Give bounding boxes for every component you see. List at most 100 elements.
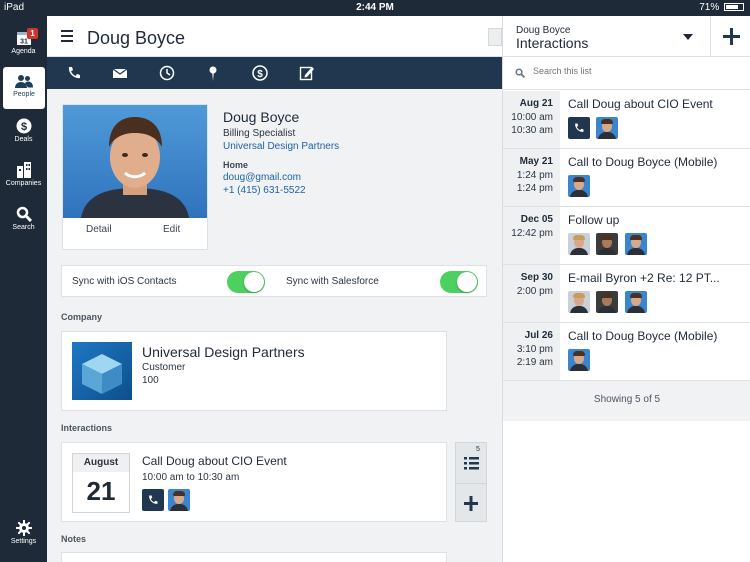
nav-agenda[interactable]: 31 1 Agenda (0, 24, 47, 66)
contact-role: Billing Specialist (223, 128, 296, 139)
notes-card[interactable] (61, 552, 447, 562)
row-date: Jul 26 3:10 pm 2:19 am (503, 323, 560, 380)
add-button[interactable] (710, 16, 750, 57)
gear-icon (0, 520, 47, 538)
row-date: Aug 21 10:00 am 10:30 am (503, 91, 560, 148)
phone-icon (142, 489, 164, 511)
nav-people[interactable]: People (3, 67, 45, 109)
add-interaction-button[interactable] (456, 483, 486, 522)
interaction-icons (142, 489, 191, 516)
list-icon (464, 457, 479, 470)
home-label: Home (223, 160, 249, 170)
sync-card: Sync with iOS Contacts Sync with Salesfo… (61, 265, 487, 297)
search-icon (0, 206, 47, 224)
search-icon (515, 68, 525, 78)
row-icons (568, 117, 745, 139)
nav-label: Search (12, 224, 35, 231)
company-number: 100 (142, 375, 159, 386)
list-item[interactable]: Jul 26 3:10 pm 2:19 am Call to Doug Boyc… (503, 323, 750, 381)
avatar (568, 291, 590, 313)
list-item[interactable]: Sep 30 2:00 pm E-mail Byron +2 Re: 12 PT… (503, 265, 750, 323)
company-type: Customer (142, 362, 186, 373)
row-time: 1:24 pm (516, 183, 553, 194)
row-icons (568, 291, 745, 313)
deal-button[interactable]: $ (252, 65, 268, 81)
sync-ios-label: Sync with iOS Contacts (72, 276, 177, 287)
interaction-date: August 21 (72, 453, 130, 513)
detail-button[interactable]: Detail (86, 224, 112, 235)
note-button[interactable] (299, 65, 315, 81)
row-time: 10:00 am (511, 112, 553, 123)
contact-name: Doug Boyce (223, 109, 300, 125)
row-body: Call Doug about CIO Event (568, 97, 745, 139)
agenda-badge: 1 (27, 28, 38, 39)
list-item[interactable]: Dec 05 12:42 pm Follow up (503, 207, 750, 265)
sync-salesforce-toggle[interactable] (440, 271, 478, 293)
panel-search (503, 57, 750, 90)
nav-rail: 31 1 Agenda People $ Deals Companies Sea… (0, 16, 47, 562)
email-button[interactable] (112, 65, 128, 81)
interaction-card[interactable]: August 21 Call Doug about CIO Event 10:0… (61, 442, 447, 522)
row-title: Call to Doug Boyce (Mobile) (568, 329, 718, 343)
status-right: 71% (699, 2, 744, 13)
people-icon (3, 73, 45, 91)
row-body: E-mail Byron +2 Re: 12 PT... (568, 271, 745, 313)
search-input[interactable] (533, 66, 733, 76)
tag-icon[interactable] (488, 28, 502, 46)
contact-email-link[interactable]: doug@gmail.com (223, 172, 339, 183)
notes-section-heading: Notes (61, 534, 87, 544)
call-button[interactable] (66, 65, 82, 81)
nav-label: Companies (5, 180, 42, 187)
interactions-section-heading: Interactions (61, 423, 113, 433)
contact-detail: Detail Edit Doug Boyce Billing Specialis… (47, 89, 502, 562)
row-body: Call to Doug Boyce (Mobile) (568, 155, 745, 197)
nav-search[interactable]: Search (0, 200, 47, 242)
interactions-panel: Doug Boyce Interactions Aug 21 10:00 am … (502, 16, 750, 562)
sync-ios-toggle[interactable] (227, 271, 265, 293)
row-date: Sep 30 2:00 pm (503, 265, 560, 322)
activity-button[interactable] (159, 65, 175, 81)
clock: 2:44 PM (356, 2, 394, 13)
avatar (168, 489, 191, 511)
interaction-count: 5 (476, 446, 480, 453)
edit-button[interactable]: Edit (163, 224, 180, 235)
company-card[interactable]: Universal Design Partners Customer 100 (61, 331, 447, 411)
status-bar: iPad 2:44 PM 71% (0, 0, 750, 16)
dollar-icon: $ (252, 65, 268, 81)
nav-label: People (13, 91, 35, 98)
nav-companies[interactable]: Companies (0, 156, 47, 198)
contact-company-link[interactable]: Universal Design Partners (223, 141, 339, 152)
row-date: Dec 05 12:42 pm (503, 207, 560, 264)
row-body: Call to Doug Boyce (Mobile) (568, 329, 745, 371)
interaction-day: 21 (86, 476, 116, 506)
action-toolbar: $ (47, 57, 502, 89)
avatar (624, 291, 647, 313)
row-icons (568, 175, 745, 197)
phone-icon (568, 117, 590, 139)
phone-icon (68, 67, 80, 79)
row-date: May 21 1:24 pm 1:24 pm (503, 149, 560, 206)
clock-icon (159, 65, 175, 81)
menu-button[interactable] (61, 30, 73, 42)
calendar-icon: 31 (0, 30, 47, 48)
contact-info: Doug Boyce Billing Specialist Universal … (223, 109, 339, 196)
nav-deals[interactable]: $ Deals (0, 112, 47, 154)
list-item[interactable]: May 21 1:24 pm 1:24 pm Call to Doug Boyc… (503, 149, 750, 207)
plus-icon (723, 28, 740, 45)
contact-phone-link[interactable]: +1 (415) 631-5522 (223, 185, 339, 196)
battery-percent: 71% (699, 2, 720, 13)
interactions-list: Aug 21 10:00 am 10:30 am Call Doug about… (503, 91, 750, 421)
svg-text:$: $ (20, 121, 26, 133)
avatar (568, 233, 590, 255)
row-time: 10:30 am (511, 125, 553, 136)
location-button[interactable] (205, 65, 221, 81)
plus-icon (464, 496, 478, 511)
chevron-down-icon[interactable] (683, 34, 693, 40)
nav-settings[interactable]: Settings (0, 514, 47, 556)
list-item[interactable]: Aug 21 10:00 am 10:30 am Call Doug about… (503, 91, 750, 149)
building-icon (0, 162, 47, 180)
dollar-icon: $ (0, 118, 47, 136)
calendar-day: 31 (20, 39, 28, 46)
interaction-list-button[interactable]: 5 (456, 443, 486, 482)
avatar (568, 349, 590, 371)
